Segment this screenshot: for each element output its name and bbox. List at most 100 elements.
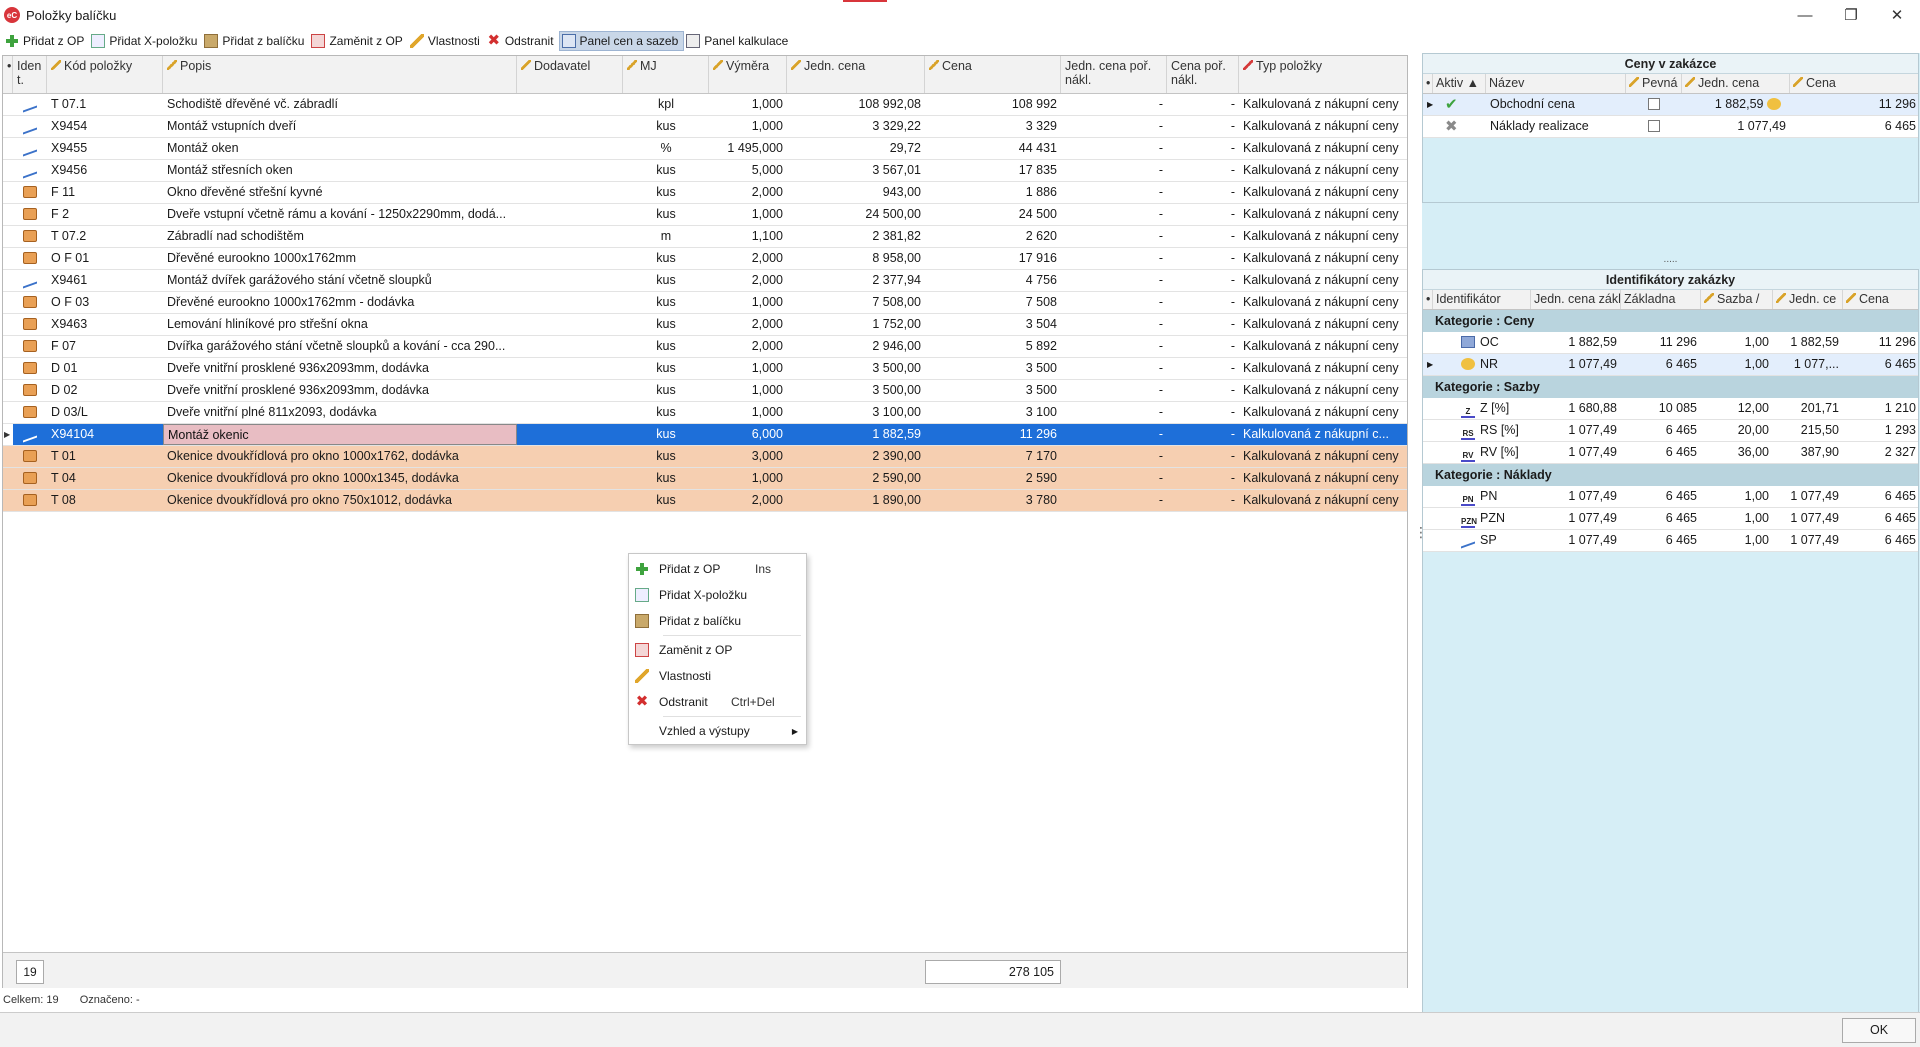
col-prices-cena[interactable]: Cena (1790, 74, 1920, 93)
col-zakladna[interactable]: Základna (1621, 290, 1701, 309)
col-jedn-cena-zakl[interactable]: Jedn. cena zákl (1531, 290, 1621, 309)
cell-vymera[interactable]: 6,000 (709, 424, 787, 445)
row-indicator[interactable] (3, 314, 13, 335)
table-row[interactable]: T 01 Okenice dvoukřídlová pro okno 1000x1… (3, 446, 1407, 468)
calc-panel-toggle[interactable]: Panel kalkulace (684, 31, 793, 51)
price-row[interactable]: ▶ ✔ Obchodní cena 1 882,59 11 296 (1423, 94, 1918, 116)
restore-button[interactable]: ❐ (1828, 0, 1874, 30)
row-indicator[interactable] (3, 402, 13, 423)
ctx-add-from-op[interactable]: Přidat z OP Ins (629, 558, 806, 580)
table-row[interactable]: ▶ X94104 Montáž okenic kus 6,000 1 882,59 11 2… (3, 424, 1407, 446)
ident-selector-header[interactable]: • (1423, 290, 1433, 309)
vertical-splitter[interactable] (1414, 524, 1417, 540)
category-header[interactable]: Kategorie : Ceny (1423, 310, 1918, 332)
row-indicator[interactable] (3, 446, 13, 467)
row-indicator[interactable] (3, 248, 13, 269)
close-button[interactable]: ✕ (1874, 0, 1920, 30)
table-row[interactable]: X9455 Montáž oken% 1 495,000 29,72 44 431- - K… (3, 138, 1407, 160)
identifier-row[interactable]: OC 1 882,59 11 296 1,00 1 882,59 11 296 (1423, 332, 1918, 354)
identifier-row[interactable]: RS RS [%] 1 077,49 6 465 20,00 215,50 1 293 (1423, 420, 1918, 442)
table-row[interactable]: X9454 Montáž vstupních dveří kus 1,000 3 329… (3, 116, 1407, 138)
col-mj[interactable]: MJ (623, 56, 709, 93)
table-row[interactable]: O F 01 Dřevěné eurookno 1000x1762mm kus 2,0… (3, 248, 1407, 270)
table-row[interactable]: X9463 Lemování hliníkové pro střešní okna… (3, 314, 1407, 336)
cell-popis[interactable]: Montáž okenic (163, 424, 517, 445)
col-jedn-cena[interactable]: Jedn. cena (787, 56, 925, 93)
identifier-row[interactable]: ▶ NR 1 077,49 6 465 1,00 1 077,... 6 465 (1423, 354, 1918, 376)
ok-button[interactable]: OK (1842, 1018, 1916, 1043)
col-pevna[interactable]: Pevná (1626, 74, 1682, 93)
identifier-row[interactable]: PZN PZN 1 077,49 6 465 1,00 1 077,49 6 465 (1423, 508, 1918, 530)
table-row[interactable]: F 07 Dvířka garážového stání včetně sloup… (3, 336, 1407, 358)
table-row[interactable]: T 08 Okenice dvoukřídlová pro okno 750x10… (3, 490, 1407, 512)
col-popis[interactable]: Popis (163, 56, 517, 93)
add-from-package-button[interactable]: Přidat z balíčku (202, 31, 309, 51)
table-row[interactable]: D 03/L Dveře vnitřní plné 811x2093, dodáv… (3, 402, 1407, 424)
table-row[interactable]: X9456 Montáž střesních oken kus 5,000 3 567,… (3, 160, 1407, 182)
table-row[interactable]: D 02 Dveře vnitřní prosklené 936x2093mm, … (3, 380, 1407, 402)
cell-dodavatel[interactable] (517, 424, 623, 445)
row-indicator[interactable] (3, 270, 13, 291)
cell-jpn[interactable]: - (1061, 424, 1167, 445)
col-cena[interactable]: Cena (925, 56, 1061, 93)
cell-jedn-cena[interactable]: 1 882,59 (787, 424, 925, 445)
cell-typ[interactable]: Kalkulovaná z nákupní c... (1239, 424, 1407, 445)
row-indicator[interactable] (3, 94, 13, 115)
table-row[interactable]: T 07.1 Schodiště dřevěné vč. zábradlí kpl 1… (3, 94, 1407, 116)
col-cena-por[interactable]: Cena poř. nákl. (1167, 56, 1239, 93)
row-indicator[interactable] (3, 292, 13, 313)
fixed-checkbox[interactable] (1626, 116, 1682, 137)
delete-button[interactable]: ✖ Odstranit (485, 31, 559, 51)
table-row[interactable]: O F 03 Dřevěné eurookno 1000x1762mm - dod… (3, 292, 1407, 314)
row-indicator[interactable] (3, 226, 13, 247)
col-ident-cena[interactable]: Cena (1843, 290, 1920, 309)
identifier-row[interactable]: RV RV [%] 1 077,49 6 465 36,00 387,90 2 327 (1423, 442, 1918, 464)
cell-cpn[interactable]: - (1167, 424, 1239, 445)
col-kod[interactable]: Kód položky (47, 56, 163, 93)
category-header[interactable]: Kategorie : Náklady (1423, 464, 1918, 486)
table-row[interactable]: X9461 Montáž dvířek garážového stání včet… (3, 270, 1407, 292)
col-jedn-ce[interactable]: Jedn. ce (1773, 290, 1843, 309)
col-nazev[interactable]: Název (1486, 74, 1626, 93)
row-indicator[interactable] (3, 358, 13, 379)
identifier-row[interactable]: PN PN 1 077,49 6 465 1,00 1 077,49 6 465 (1423, 486, 1918, 508)
table-row[interactable]: D 01 Dveře vnitřní prosklené 936x2093mm, … (3, 358, 1407, 380)
fixed-checkbox[interactable] (1626, 94, 1682, 115)
swap-from-op-button[interactable]: Zaměnit z OP (309, 31, 407, 51)
table-row[interactable]: T 04 Okenice dvoukřídlová pro okno 1000x1… (3, 468, 1407, 490)
col-sazba[interactable]: Sazba / (1701, 290, 1773, 309)
table-row[interactable]: F 11 Okno dřevěné střešní kyvné kus 2,000 94… (3, 182, 1407, 204)
ctx-properties[interactable]: Vlastnosti (629, 665, 806, 687)
minimize-button[interactable]: — (1782, 0, 1828, 30)
ctx-add-x-item[interactable]: Přidat X-položku (629, 584, 806, 606)
ctx-appearance[interactable]: Vzhled a výstupy ▶ (629, 720, 806, 742)
cell-mj[interactable]: kus (623, 424, 709, 445)
table-row[interactable]: T 07.2 Zábradlí nad schodištěm m 1,100 2 381… (3, 226, 1407, 248)
row-indicator[interactable] (3, 204, 13, 225)
price-row[interactable]: ✖ Náklady realizace 1 077,49 6 465 (1423, 116, 1918, 138)
cell-cena[interactable]: 11 296 (925, 424, 1061, 445)
col-aktiv[interactable]: Aktiv ▲ (1433, 74, 1486, 93)
ctx-swap-from-op[interactable]: Zaměnit z OP (629, 639, 806, 661)
prices-selector-header[interactable]: • (1423, 74, 1433, 93)
row-indicator[interactable] (3, 468, 13, 489)
identifier-row[interactable]: ZZ [%] 1 680,88 10 085 12,00 201,71 1 210 (1423, 398, 1918, 420)
row-indicator[interactable] (3, 336, 13, 357)
ctx-add-from-package[interactable]: Přidat z balíčku (629, 610, 806, 632)
horizontal-splitter[interactable]: ..... (1422, 255, 1919, 267)
category-header[interactable]: Kategorie : Sazby (1423, 376, 1918, 398)
col-vymera[interactable]: Výměra (709, 56, 787, 93)
col-prices-jedn-cena[interactable]: Jedn. cena (1682, 74, 1790, 93)
col-ident[interactable]: Iden t. (13, 56, 47, 93)
add-from-op-button[interactable]: Přidat z OP (3, 31, 89, 51)
cell-kod[interactable]: X94104 (47, 424, 163, 445)
row-selector-header[interactable]: • (3, 56, 13, 93)
col-typ[interactable]: Typ položky (1239, 56, 1407, 93)
row-indicator[interactable] (3, 138, 13, 159)
row-indicator[interactable] (3, 182, 13, 203)
identifier-row[interactable]: SP 1 077,49 6 465 1,00 1 077,49 6 465 (1423, 530, 1918, 552)
table-row[interactable]: F 2 Dveře vstupní včetně rámu a kování - … (3, 204, 1407, 226)
row-indicator[interactable]: ▶ (3, 424, 13, 445)
add-x-item-button[interactable]: Přidat X-položku (89, 31, 202, 51)
col-dodavatel[interactable]: Dodavatel (517, 56, 623, 93)
